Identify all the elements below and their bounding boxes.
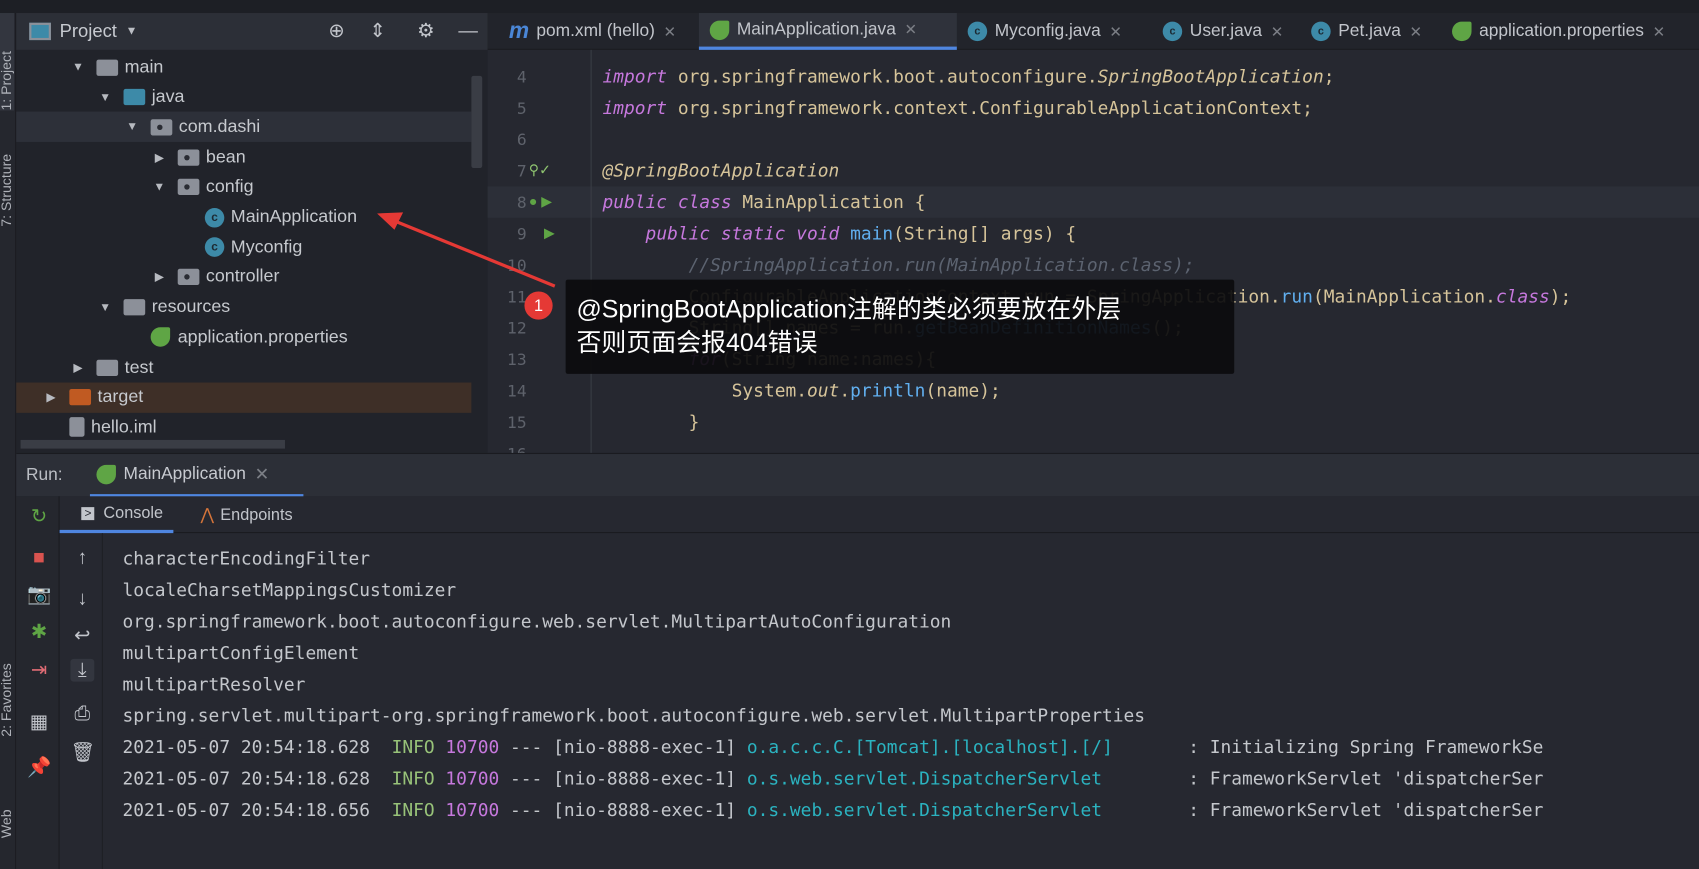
run-tab-label: MainApplication [123, 464, 246, 483]
console-tabs: > Console ⋀ Endpoints [59, 496, 1699, 534]
run-toolbar: Run: MainApplication ✕ [16, 452, 1699, 498]
layout-icon[interactable]: ▦ [27, 711, 51, 734]
print-icon[interactable]: ⎙ [70, 702, 94, 725]
log-thread: [nio-8888-exec-1] [553, 736, 737, 758]
pin-icon[interactable]: 📌 [27, 756, 51, 779]
log-msg: : Initializing Spring FrameworkSe [1177, 736, 1544, 758]
log-msg: : FrameworkServlet 'dispatcherSer [1177, 799, 1544, 821]
console-line: spring.servlet.multipart-org.springframe… [122, 705, 1146, 727]
log-level: INFO [391, 736, 435, 758]
run-tab-mainapplication[interactable]: MainApplication ✕ [89, 454, 304, 498]
trash-icon[interactable]: 🗑 [70, 741, 95, 764]
log-level: INFO [391, 768, 435, 789]
log-thread: [nio-8888-exec-1] [553, 768, 737, 789]
run-actions: ↻ ■ 📷 ✱ ⇥ ▦ 📌 [16, 496, 60, 869]
camera-icon[interactable]: 📷 [27, 583, 51, 606]
console-line: characterEncodingFilter [122, 548, 371, 569]
log-ts: 2021-05-07 20:54:18.628 [122, 768, 371, 789]
stop-icon[interactable]: ■ [27, 546, 51, 569]
console-line: multipartResolver [122, 673, 306, 695]
run-panel: ↻ ■ 📷 ✱ ⇥ ▦ 📌 > Console ⋀ Endpoints ↑ ↓ … [16, 496, 1699, 869]
arrow-line [391, 218, 556, 288]
console-log-line: 2021-05-07 20:54:18.656 INFO 10700 --- [… [122, 800, 1543, 821]
console-log-line: 2021-05-07 20:54:18.628 INFO 10700 --- [… [122, 737, 1543, 758]
debug-icon[interactable]: ✱ [27, 621, 51, 644]
console-line: multipartConfigElement [122, 642, 360, 664]
exit-icon[interactable]: ⇥ [27, 659, 51, 682]
annotation-callout: @SpringBootApplication注解的类必须要放在外层 否则页面会报… [565, 279, 1235, 374]
annotation-line-1: @SpringBootApplication注解的类必须要放在外层 [576, 294, 1122, 323]
console-log-line: 2021-05-07 20:54:18.628 INFO 10700 --- [… [122, 768, 1543, 789]
log-sep: --- [510, 799, 543, 821]
endpoints-icon: ⋀ [200, 506, 214, 525]
console-tab-label: Console [103, 503, 164, 523]
spring-boot-icon [96, 464, 116, 484]
log-msg: : FrameworkServlet 'dispatcherSer [1177, 768, 1544, 789]
log-logger: o.a.c.c.C.[Tomcat].[localhost].[/] [746, 736, 1178, 758]
close-icon[interactable]: ✕ [255, 463, 270, 485]
console-line: localeCharsetMappingsCustomizer [122, 579, 457, 601]
log-thread: [nio-8888-exec-1] [553, 799, 737, 821]
rerun-icon[interactable]: ↻ [27, 505, 51, 528]
console-line: org.springframework.boot.autoconfigure.w… [122, 611, 952, 632]
tab-console[interactable]: > Console [59, 496, 174, 534]
log-level: INFO [391, 799, 435, 821]
arrow-up-icon[interactable]: ↑ [70, 546, 94, 569]
log-pid: 10700 [445, 736, 500, 758]
soft-wrap-icon[interactable]: ↩ [70, 624, 94, 647]
log-ts: 2021-05-07 20:54:18.656 [122, 799, 371, 821]
console-icon: > [81, 506, 95, 520]
log-pid: 10700 [445, 799, 500, 821]
log-ts: 2021-05-07 20:54:18.628 [122, 736, 371, 758]
log-sep: --- [510, 736, 543, 758]
run-label: Run: [26, 465, 63, 485]
scroll-to-end-icon[interactable]: ⤓ [70, 658, 95, 682]
tab-endpoints[interactable]: ⋀ Endpoints [200, 496, 292, 533]
arrow-down-icon[interactable]: ↓ [70, 587, 94, 610]
log-pid: 10700 [445, 768, 500, 789]
annotation-line-2: 否则页面会报404错误 [576, 328, 818, 357]
ide-window: 1: Project 7: Structure 2: Favorites Web… [0, 0, 1699, 869]
log-sep: --- [510, 768, 543, 789]
annotation-badge: 1 [524, 291, 553, 320]
log-logger: o.s.web.servlet.DispatcherServlet [746, 799, 1178, 821]
console-actions: ↑ ↓ ↩ ⤓ ⎙ 🗑 [60, 533, 103, 869]
endpoints-tab-label: Endpoints [220, 505, 293, 524]
log-logger: o.s.web.servlet.DispatcherServlet [746, 768, 1178, 789]
